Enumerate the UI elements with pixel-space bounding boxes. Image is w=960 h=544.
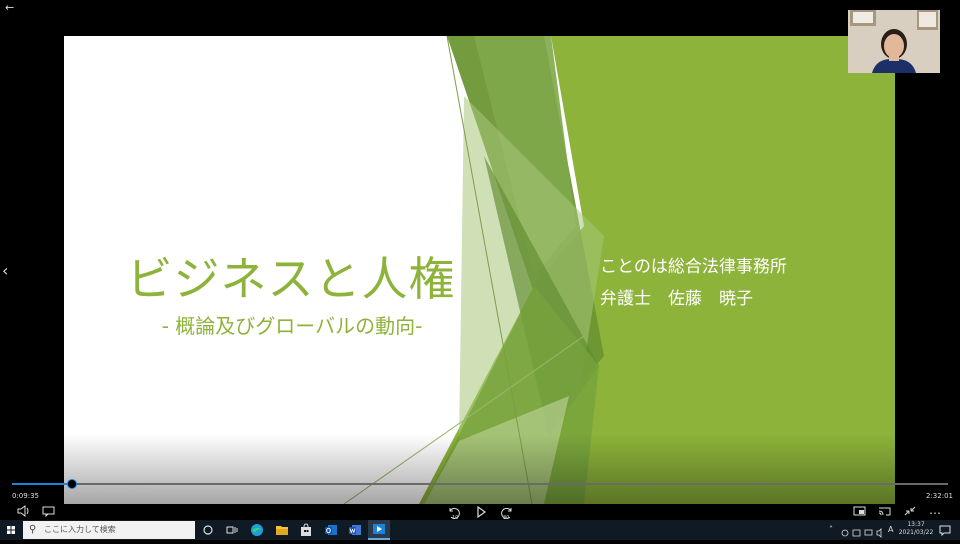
previous-slide-icon[interactable]: ‹ <box>2 260 16 282</box>
slide-subtitle: - 概論及びグローバルの動向- <box>161 314 423 338</box>
clock-time: 13:37 <box>907 521 925 528</box>
slide-title: ビジネスと人権 <box>126 252 456 306</box>
clock-date: 2021/03/22 <box>898 529 934 536</box>
chevron-up-icon[interactable]: ˄ <box>829 523 833 537</box>
seek-bar-progress <box>12 483 71 485</box>
elapsed-time: 0:09:35 <box>12 492 39 500</box>
copyright-notice: © 2020 Akiko Sato <box>68 486 153 495</box>
exit-fullscreen-icon[interactable] <box>901 505 919 521</box>
ime-indicator[interactable]: A <box>888 523 893 537</box>
presentation-slide: ビジネスと人権 - 概論及びグローバルの動向- ことのは総合法律事務所 弁護士 … <box>64 36 895 504</box>
task-view-icon[interactable] <box>224 522 240 538</box>
taskbar-clock[interactable]: 13:37 2021/03/22 <box>894 521 938 537</box>
presenter-video-image <box>848 10 940 73</box>
notification-icon[interactable] <box>937 522 953 538</box>
miniplayer-icon[interactable] <box>851 505 869 521</box>
store-icon[interactable] <box>298 522 314 538</box>
movies-tv-icon[interactable] <box>368 520 390 540</box>
file-explorer-icon[interactable] <box>274 522 290 538</box>
captions-icon[interactable] <box>40 505 58 521</box>
windows-start-icon[interactable] <box>0 520 22 540</box>
windows-taskbar: ⚲ ここに入力して検索 ˄ A 13:37 2021/03/22 <box>0 520 960 540</box>
seek-bar[interactable] <box>12 479 948 489</box>
forward-30-icon[interactable]: 30 <box>497 505 515 521</box>
play-icon[interactable] <box>472 505 490 521</box>
more-options-icon[interactable]: ⋯ <box>926 505 944 521</box>
word-icon[interactable] <box>347 522 363 538</box>
search-icon: ⚲ <box>29 524 37 535</box>
back-arrow-icon[interactable]: ← <box>5 1 21 15</box>
search-placeholder: ここに入力して検索 <box>44 525 116 534</box>
webcam-video <box>848 10 940 73</box>
total-duration: 2:32:01 <box>926 492 953 500</box>
outlook-icon[interactable] <box>323 522 339 538</box>
cast-icon[interactable] <box>876 505 894 521</box>
presenter-name: 弁護士 佐藤 暁子 <box>600 289 753 309</box>
seek-bar-thumb[interactable] <box>66 479 77 489</box>
taskbar-search-input[interactable]: ⚲ ここに入力して検索 <box>23 521 195 539</box>
rewind-10-icon[interactable]: 10 <box>446 505 464 521</box>
organization-name: ことのは総合法律事務所 <box>600 257 787 277</box>
cortana-icon[interactable] <box>200 522 216 538</box>
edge-icon[interactable] <box>249 522 265 538</box>
volume-icon[interactable] <box>15 505 33 521</box>
